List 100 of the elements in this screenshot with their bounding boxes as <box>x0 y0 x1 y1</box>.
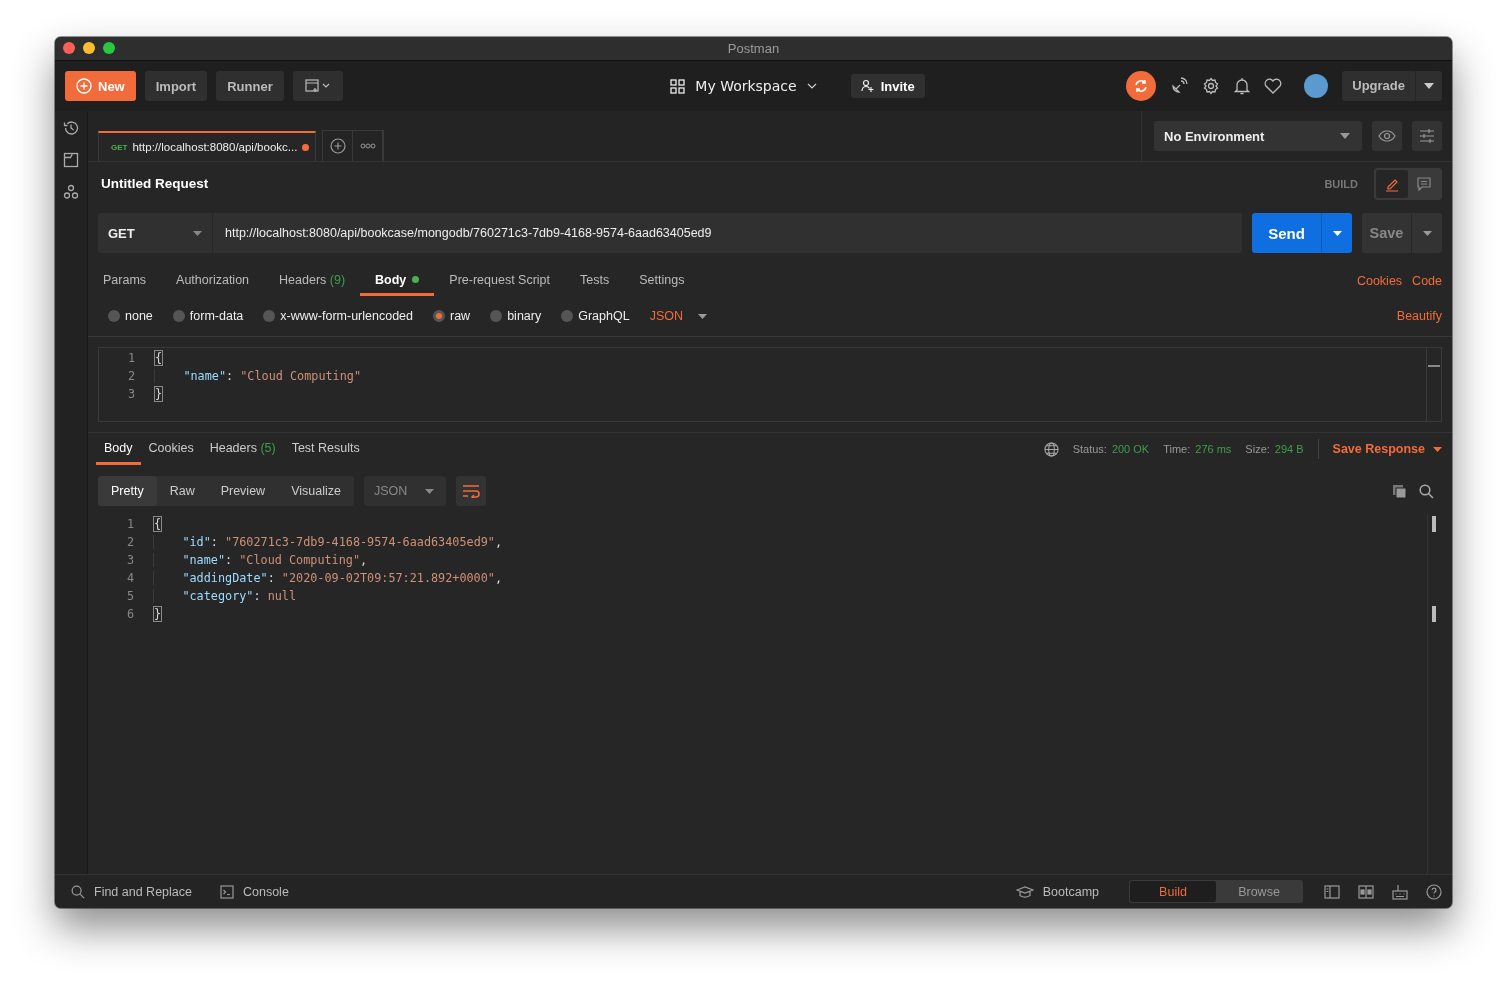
request-section-tab[interactable]: Params <box>98 266 162 296</box>
caret-icon <box>193 230 202 236</box>
body-type-radio[interactable]: none <box>108 309 153 323</box>
code-line: "name": "Cloud Computing", <box>153 553 368 567</box>
body-type-radio[interactable]: binary <box>490 309 542 323</box>
settings-icon[interactable] <box>1202 77 1221 95</box>
notifications-icon[interactable] <box>1234 77 1251 95</box>
line-number: 5 <box>125 589 135 603</box>
send-button[interactable]: Send <box>1252 213 1352 253</box>
code-line: "category": null <box>153 589 297 603</box>
body-type-radio[interactable]: form-data <box>172 309 244 323</box>
avatar-icon[interactable] <box>1304 74 1329 98</box>
sync-icon[interactable] <box>1126 71 1157 101</box>
request-section-tab[interactable]: Body <box>360 266 435 296</box>
line-number: 2 <box>125 535 135 549</box>
bootcamp-button[interactable]: Bootcamp <box>1015 884 1099 899</box>
code-line: "addingDate": "2020-09-02T09:57:21.892+0000", <box>153 571 503 585</box>
history-icon[interactable] <box>63 120 79 136</box>
console-button[interactable]: Console <box>220 884 289 899</box>
window-title: Postman <box>727 41 780 56</box>
caret-icon <box>1424 83 1434 89</box>
caret-icon <box>1332 230 1342 236</box>
request-section-tab[interactable]: Tests <box>565 266 625 296</box>
code-line: { <box>154 351 163 365</box>
keyboard-icon[interactable] <box>1392 883 1408 900</box>
code-line: "id": "760271c3-7db9-4168-9574-6aad63405ed9", <box>153 535 503 549</box>
runner-button[interactable]: Runner <box>216 71 284 101</box>
new-window-icon <box>304 79 331 93</box>
minimize-light-icon[interactable] <box>83 42 95 54</box>
satellite-icon[interactable] <box>1170 77 1189 95</box>
code-line: } <box>153 607 162 621</box>
caret-icon <box>1422 230 1432 236</box>
code-line: "name": "Cloud Computing" <box>154 369 361 383</box>
search-icon[interactable] <box>1419 483 1434 499</box>
view-mode-tab[interactable]: Pretty <box>98 476 157 506</box>
format-dropdown[interactable]: JSON <box>649 309 707 323</box>
pencil-icon[interactable] <box>1376 169 1408 198</box>
response-tab[interactable]: Cookies <box>140 433 202 465</box>
status-label: Status: <box>1072 443 1107 455</box>
eye-icon[interactable] <box>1372 121 1402 151</box>
request-section-tab[interactable]: Authorization <box>161 266 265 296</box>
request-section-tab[interactable]: Headers (9) <box>264 266 361 296</box>
response-tab[interactable]: Test Results <box>283 433 368 465</box>
save-button[interactable]: Save <box>1362 213 1442 253</box>
header-link[interactable]: Code <box>1412 274 1442 288</box>
apis-icon[interactable] <box>63 184 79 200</box>
request-body-editor[interactable]: 1 { 2 "name": "Cloud Computing" 3 } <box>98 347 1442 422</box>
line-number: 3 <box>125 553 135 567</box>
mode-toggle-tab[interactable]: Browse <box>1216 881 1302 902</box>
beautify-link[interactable]: Beautify <box>1396 309 1442 323</box>
graduation-cap-icon <box>1015 885 1034 898</box>
body-type-radio[interactable]: raw <box>433 309 471 323</box>
status-value: 276 ms <box>1195 443 1232 455</box>
method-dropdown[interactable]: GET <box>98 213 212 253</box>
split-pane-icon[interactable] <box>1358 884 1374 899</box>
view-mode-tab[interactable]: Raw <box>156 476 208 506</box>
caret-icon <box>1433 446 1442 452</box>
import-button[interactable]: Import <box>144 71 208 101</box>
zoom-light-icon[interactable] <box>103 42 115 54</box>
body-type-radio[interactable]: x-www-form-urlencoded <box>263 309 413 323</box>
collection-icon[interactable] <box>63 152 79 168</box>
request-section-tab[interactable]: Settings <box>624 266 700 296</box>
globe-icon[interactable] <box>1043 441 1059 457</box>
workspace-dropdown[interactable]: My Workspace <box>664 77 823 95</box>
line-number: 2 <box>126 369 136 383</box>
method-label: GET <box>111 142 128 152</box>
environment-dropdown[interactable]: No Environment <box>1154 121 1362 151</box>
terminal-icon <box>220 884 234 899</box>
new-window-button[interactable] <box>292 71 343 101</box>
wrap-lines-icon[interactable] <box>456 476 487 506</box>
request-title: Untitled Request <box>101 176 209 191</box>
response-tab[interactable]: Headers (5) <box>201 433 284 465</box>
status-label: Time: <box>1163 443 1191 455</box>
plus-circle-icon <box>76 78 92 94</box>
response-tab[interactable]: Body <box>96 433 141 465</box>
request-section-tab[interactable]: Pre-request Script <box>434 266 566 296</box>
close-light-icon[interactable] <box>63 42 75 54</box>
header-link[interactable]: Cookies <box>1356 274 1403 288</box>
invite-button[interactable]: Invite <box>850 74 925 98</box>
status-label: Size: <box>1245 443 1270 455</box>
url-field[interactable]: http://localhost:8080/api/bookcase/mongodb/760271c3-7db9-4168-9574-6aad63405ed9 <box>212 213 1242 253</box>
two-pane-icon[interactable] <box>1324 884 1340 899</box>
copy-icon[interactable] <box>1392 483 1407 499</box>
body-type-radio[interactable]: GraphQL <box>561 309 630 323</box>
view-mode-tab[interactable]: Visualize <box>278 476 354 506</box>
request-tab[interactable]: GET http://localhost:8080/api/bookc... <box>98 131 316 161</box>
mode-toggle-tab[interactable]: Build <box>1130 881 1216 902</box>
sliders-icon[interactable] <box>1412 121 1442 151</box>
upgrade-button[interactable]: Upgrade <box>1342 71 1442 101</box>
heart-icon[interactable] <box>1264 78 1283 94</box>
status-value: 294 B <box>1274 443 1304 455</box>
view-mode-tab[interactable]: Preview <box>207 476 279 506</box>
find-replace-button[interactable]: Find and Replace <box>71 884 192 899</box>
help-icon[interactable] <box>1426 883 1442 900</box>
mode-label: BUILD <box>1324 177 1358 190</box>
response-format-dropdown[interactable]: JSON <box>363 476 447 506</box>
add-user-icon <box>860 79 875 93</box>
chevron-down-icon <box>806 83 817 89</box>
grid-icon <box>670 78 686 94</box>
save-response-button[interactable]: Save Response <box>1332 442 1442 456</box>
